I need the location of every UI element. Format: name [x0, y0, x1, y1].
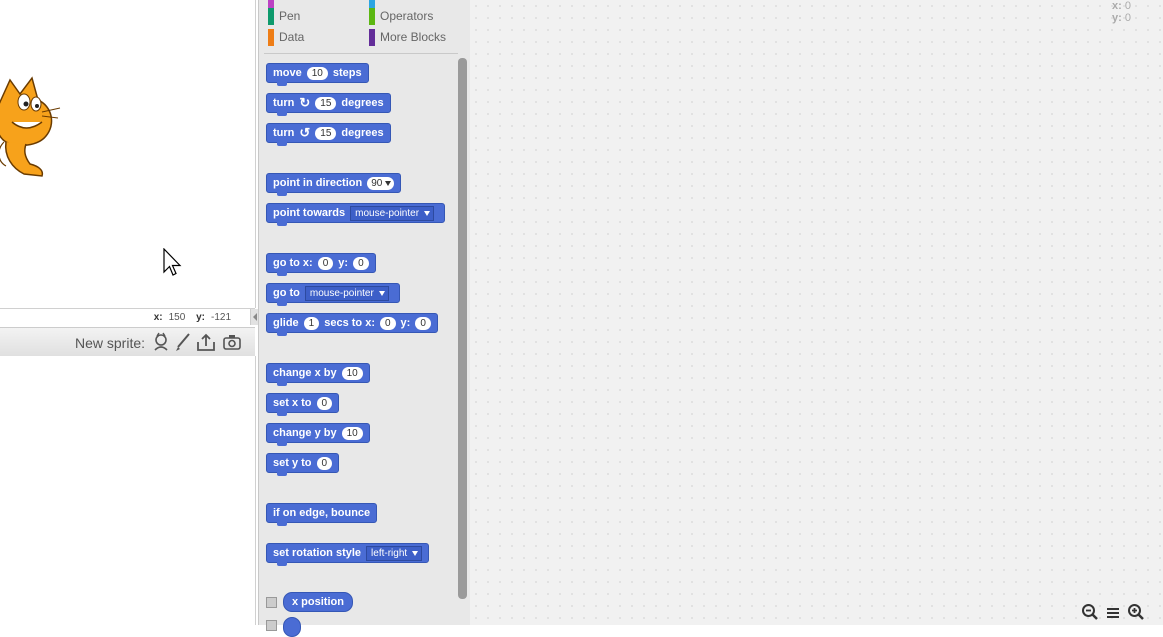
block-text: degrees	[341, 97, 384, 109]
direction-dropdown[interactable]: 90	[367, 176, 395, 190]
mouse-y-label: y:	[196, 312, 205, 323]
block-text: change y by	[273, 427, 337, 439]
x-input[interactable]: 0	[317, 256, 334, 270]
category-more-blocks[interactable]: More Blocks	[369, 28, 446, 46]
scripts-area[interactable]: x: 0 y: 0	[470, 0, 1163, 625]
category-data-swatch	[268, 29, 274, 46]
degrees-input[interactable]: 15	[315, 96, 337, 110]
block-text: set y to	[273, 457, 312, 469]
target-dropdown[interactable]: mouse-pointer	[350, 205, 435, 221]
mouse-cursor-icon	[163, 248, 182, 276]
new-sprite-label: New sprite:	[75, 335, 146, 351]
move-steps-block[interactable]: move 10 steps	[266, 63, 369, 86]
stage-mouse-position: x: 150 y: -121	[0, 308, 255, 327]
category-operators-swatch	[369, 8, 375, 25]
sprite-pane	[0, 356, 256, 625]
change-y-block[interactable]: change y by 10	[266, 423, 370, 446]
go-to-block[interactable]: go to mouse-pointer	[266, 283, 400, 306]
category-operators[interactable]: Operators	[369, 7, 433, 25]
point-in-direction-block[interactable]: point in direction 90	[266, 173, 402, 196]
target-dropdown[interactable]: mouse-pointer	[304, 285, 389, 301]
y-position-checkbox[interactable]	[266, 620, 277, 631]
zoom-reset-icon[interactable]	[1104, 603, 1122, 621]
value-input[interactable]: 10	[341, 366, 363, 380]
x-position-checkbox[interactable]	[266, 597, 277, 608]
zoom-in-icon[interactable]	[1127, 603, 1145, 621]
go-to-xy-block[interactable]: go to x: 0 y: 0	[266, 253, 376, 276]
block-text: go to	[273, 287, 300, 299]
block-text: go to x:	[273, 257, 313, 269]
palette-scrollbar[interactable]	[458, 58, 467, 599]
bounce-block[interactable]: if on edge, bounce	[266, 503, 378, 526]
steps-input[interactable]: 10	[306, 66, 328, 80]
category-data-label: Data	[279, 30, 305, 44]
block-text: set x to	[273, 397, 312, 409]
block-text: turn	[273, 127, 295, 139]
block-text: change x by	[273, 367, 337, 379]
rotation-style-dropdown[interactable]: left-right	[366, 545, 423, 561]
secs-input[interactable]: 1	[303, 316, 320, 330]
block-text: point in direction	[273, 177, 363, 189]
set-x-block[interactable]: set x to 0	[266, 393, 340, 416]
block-text: move	[273, 67, 302, 79]
block-text: degrees	[341, 127, 384, 139]
category-pen-swatch	[268, 8, 274, 25]
block-text: if on edge, bounce	[273, 507, 371, 519]
category-more-blocks-label: More Blocks	[380, 30, 447, 44]
block-text: secs to x:	[324, 317, 375, 329]
value-input[interactable]: 0	[316, 456, 333, 470]
set-rotation-style-block[interactable]: set rotation style left-right	[266, 543, 430, 566]
category-pen[interactable]: Pen	[268, 7, 300, 25]
rotate-counterclockwise-icon: ↺	[299, 125, 311, 140]
turn-right-block[interactable]: turn ↻ 15 degrees	[266, 93, 391, 116]
new-sprite-bar: New sprite:	[0, 327, 255, 357]
block-text: set rotation style	[273, 547, 362, 559]
degrees-input[interactable]: 15	[315, 126, 337, 140]
rotate-clockwise-icon: ↻	[299, 95, 311, 110]
y-position-reporter[interactable]	[283, 617, 301, 637]
turn-left-block[interactable]: turn ↺ 15 degrees	[266, 123, 391, 146]
mouse-x-value: 150	[168, 312, 186, 323]
script-mouse-position: x: 0 y: 0	[1112, 0, 1131, 24]
y-input[interactable]: 0	[415, 316, 431, 330]
paint-brush-icon[interactable]	[173, 332, 193, 352]
y-input[interactable]: 0	[353, 256, 369, 270]
cat-sprite[interactable]	[0, 72, 65, 182]
x-input[interactable]: 0	[379, 316, 396, 330]
value-input[interactable]: 10	[341, 426, 363, 440]
script-y-value: 0	[1124, 12, 1131, 24]
glide-block[interactable]: glide 1 secs to x: 0 y: 0	[266, 313, 438, 336]
value-input[interactable]: 0	[316, 396, 333, 410]
category-operators-label: Operators	[380, 9, 434, 23]
category-more-blocks-swatch	[369, 29, 375, 46]
block-text: glide	[273, 317, 299, 329]
mouse-y-value: -121	[210, 312, 231, 323]
script-x-value: 0	[1124, 0, 1131, 12]
category-data[interactable]: Data	[268, 28, 304, 46]
x-position-reporter[interactable]: x position	[283, 592, 353, 612]
mouse-x-label: x:	[153, 312, 163, 323]
block-text: turn	[273, 97, 295, 109]
upload-icon[interactable]	[196, 332, 216, 352]
category-divider	[264, 53, 458, 54]
camera-icon[interactable]	[222, 332, 242, 352]
block-text: y:	[400, 317, 411, 329]
change-x-block[interactable]: change x by 10	[266, 363, 370, 386]
block-text: y:	[338, 257, 349, 269]
script-x-label: x:	[1112, 0, 1122, 12]
category-pen-label: Pen	[279, 9, 301, 23]
block-text: point towards	[273, 207, 346, 219]
block-text: steps	[332, 67, 362, 79]
sprite-library-icon[interactable]	[151, 332, 171, 352]
set-y-block[interactable]: set y to 0	[266, 453, 340, 476]
script-y-label: y:	[1112, 12, 1122, 24]
stage[interactable]	[0, 0, 256, 308]
zoom-out-icon[interactable]	[1081, 603, 1099, 621]
point-towards-block[interactable]: point towards mouse-pointer	[266, 203, 446, 226]
